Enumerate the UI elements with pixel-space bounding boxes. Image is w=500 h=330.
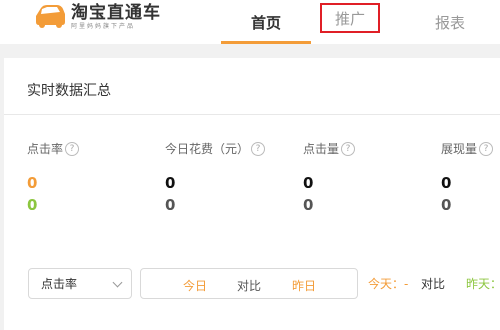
nav-tab-promotion[interactable]: 推广 xyxy=(320,3,380,33)
metric-impressions-today: 0 xyxy=(441,174,452,192)
metric-spend-label: 今日花费（元） ? xyxy=(165,140,266,157)
divider xyxy=(4,114,500,115)
logo-title: 淘宝直通车 xyxy=(71,3,161,23)
help-icon[interactable]: ? xyxy=(251,141,266,156)
logo[interactable]: 淘宝直通车 阿里妈妈旗下产品 xyxy=(33,3,161,31)
metric-select-value: 点击率 xyxy=(41,277,78,291)
realtime-summary-card: 实时数据汇总 点击率 ? 0 0 今日花费（元） ? 0 0 点击量 ? 0 0… xyxy=(4,58,500,330)
metric-spend-today: 0 xyxy=(165,174,176,192)
metric-clicks-yesterday: 0 xyxy=(303,196,314,214)
help-icon[interactable]: ? xyxy=(65,141,80,156)
metric-label: 点击量 xyxy=(303,142,340,156)
metric-label: 今日花费（元） xyxy=(165,142,250,156)
metric-select[interactable]: 点击率 xyxy=(28,268,132,299)
metric-ctr-label: 点击率 ? xyxy=(27,140,80,157)
logo-subtitle: 阿里妈妈旗下产品 xyxy=(71,23,136,30)
segment-yesterday[interactable]: 昨日 xyxy=(292,277,316,294)
segment-compare[interactable]: 对比 xyxy=(237,277,261,294)
card-title: 实时数据汇总 xyxy=(27,83,111,99)
metric-impressions-yesterday: 0 xyxy=(441,196,452,214)
legend-yesterday: 昨天： xyxy=(466,277,500,291)
legend-today: 今天：- xyxy=(368,277,409,291)
chevron-down-icon xyxy=(112,277,123,288)
metric-clicks-label: 点击量 ? xyxy=(303,140,356,157)
car-logo-icon xyxy=(33,3,67,29)
top-navigation-bar: 淘宝直通车 阿里妈妈旗下产品 首页 推广 报表 xyxy=(0,0,500,44)
help-icon[interactable]: ? xyxy=(479,141,494,156)
legend-compare: 对比 xyxy=(421,277,446,291)
nav-tab-reports[interactable]: 报表 xyxy=(410,0,490,44)
date-compare-toggle: 今日 对比 昨日 xyxy=(140,268,358,299)
metric-label: 展现量 xyxy=(441,142,478,156)
nav-tab-home[interactable]: 首页 xyxy=(221,0,311,44)
metric-ctr-today: 0 xyxy=(27,174,38,192)
help-icon[interactable]: ? xyxy=(341,141,356,156)
metric-spend-yesterday: 0 xyxy=(165,196,176,214)
metric-impressions-label: 展现量 ? xyxy=(441,140,494,157)
metric-label: 点击率 xyxy=(27,142,64,156)
metric-ctr-yesterday: 0 xyxy=(27,196,38,214)
metric-clicks-today: 0 xyxy=(303,174,314,192)
segment-today[interactable]: 今日 xyxy=(183,277,207,294)
